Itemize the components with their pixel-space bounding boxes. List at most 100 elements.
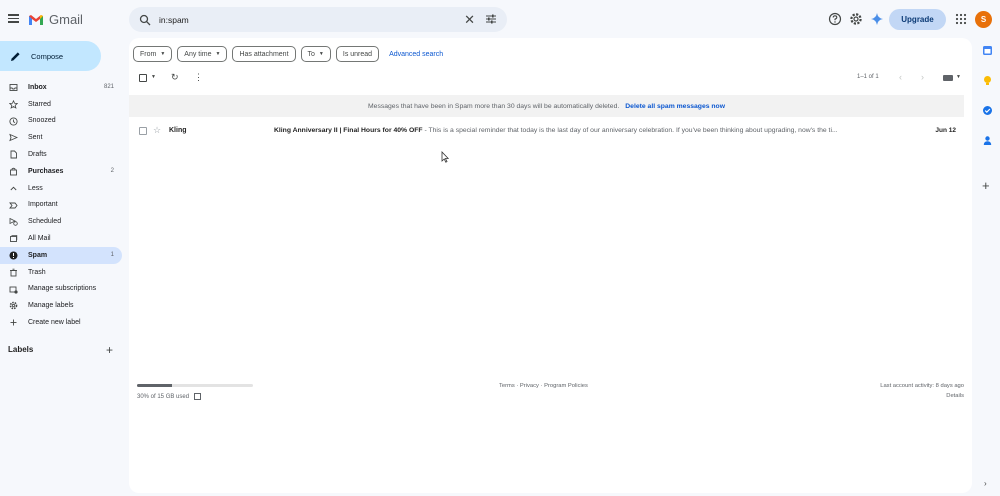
sidebar-item-manage-subscriptions[interactable]: Manage subscriptions xyxy=(0,281,122,298)
sidebar-item-drafts[interactable]: Drafts xyxy=(0,146,122,163)
sidebar-item-label: Scheduled xyxy=(28,218,62,226)
menu-icon[interactable] xyxy=(8,12,20,24)
account-avatar[interactable]: S xyxy=(975,11,992,28)
subscriptions-icon xyxy=(9,286,18,294)
email-subject: Kling Anniversary II | Final Hours for 4… xyxy=(274,126,423,134)
compose-button[interactable]: Compose xyxy=(0,41,101,71)
chevron-left-icon[interactable]: ‹ xyxy=(899,72,902,82)
sidebar-item-count: 1 xyxy=(110,252,114,259)
chip-label: Is unread xyxy=(342,50,373,58)
sidebar-item-scheduled[interactable]: Scheduled xyxy=(0,213,122,230)
chip-is-unread[interactable]: Is unread xyxy=(335,46,380,62)
settings-icon[interactable] xyxy=(849,12,863,26)
details-link[interactable]: Details xyxy=(946,393,964,399)
sidebar-item-label: Snoozed xyxy=(28,117,56,125)
search-input[interactable] xyxy=(159,14,449,25)
chip-any-time[interactable]: Any time ▼ xyxy=(177,46,228,62)
gmail-m-icon xyxy=(29,14,43,25)
open-in-new-icon[interactable] xyxy=(194,393,202,400)
keyboard-icon[interactable] xyxy=(943,75,953,81)
header: Gmail ✕ Upgrade xyxy=(0,0,1000,40)
show-side-panel-chevron-right-icon[interactable]: › xyxy=(984,479,987,488)
app-name: Gmail xyxy=(49,12,83,27)
bag-icon xyxy=(10,167,17,176)
sidebar-item-label: Less xyxy=(28,184,43,192)
footer-links-text[interactable]: Terms · Privacy · Program Policies xyxy=(499,383,588,389)
apps-icon[interactable] xyxy=(954,12,968,26)
chip-has-attachment[interactable]: Has attachment xyxy=(232,46,296,62)
mouse-pointer-icon xyxy=(441,151,449,163)
sidebar-item-trash[interactable]: Trash xyxy=(0,264,122,281)
chip-label: Any time xyxy=(184,50,212,58)
footer-links[interactable]: Terms · Privacy · Program Policies xyxy=(499,383,588,389)
search-options-icon[interactable] xyxy=(485,13,497,25)
sidebar-item-starred[interactable]: Starred xyxy=(0,96,122,113)
compose-label: Compose xyxy=(31,51,64,61)
sidebar-item-spam[interactable]: Spam 1 xyxy=(0,246,122,264)
sidebar-item-label: Spam xyxy=(28,251,48,259)
sidebar-item-label: Inbox xyxy=(28,83,47,91)
trash-icon xyxy=(10,268,17,277)
more-vert-icon[interactable]: ⋮ xyxy=(194,72,203,83)
list-toolbar: ▼ ↻ ⋮ 1–1 of 1 ‹ › ▼ xyxy=(137,72,963,86)
refresh-icon[interactable]: ↻ xyxy=(171,72,179,83)
sidebar-item-purchases[interactable]: Purchases 2 xyxy=(0,163,122,180)
sidebar-item-snoozed[interactable]: Snoozed xyxy=(0,113,122,130)
chevron-down-icon: ▼ xyxy=(215,51,221,57)
calendar-icon[interactable] xyxy=(982,45,993,56)
sidebar-item-label: Manage labels xyxy=(28,302,74,310)
add-label-icon[interactable]: + xyxy=(106,343,113,357)
help-icon[interactable] xyxy=(828,12,842,26)
chevron-down-icon[interactable]: ▼ xyxy=(956,74,961,80)
get-addons-plus-icon[interactable]: + xyxy=(982,178,990,193)
gemini-icon[interactable] xyxy=(870,12,884,26)
last-activity: Last account activity: 8 days ago xyxy=(880,383,964,389)
sidebar-item-label: Important xyxy=(28,201,58,209)
chevron-right-icon[interactable]: › xyxy=(921,72,924,82)
advanced-search-link[interactable]: Advanced search xyxy=(389,51,443,58)
sidebar-item-all-mail[interactable]: All Mail xyxy=(0,230,122,247)
email-checkbox[interactable] xyxy=(139,127,147,135)
sidebar-item-label: Trash xyxy=(28,268,46,276)
select-menu-chevron-down-icon[interactable]: ▼ xyxy=(151,74,156,80)
spam-icon xyxy=(9,251,18,260)
sidebar-item-label: Starred xyxy=(28,100,51,108)
chip-to[interactable]: To ▼ xyxy=(300,46,331,62)
chip-from[interactable]: From ▼ xyxy=(133,46,173,62)
chevron-down-icon: ▼ xyxy=(318,51,324,57)
sidebar-item-important[interactable]: Important xyxy=(0,197,122,214)
chip-label: From xyxy=(140,50,157,58)
storage-info: 30% of 15 GB used xyxy=(137,393,202,400)
clear-search-icon[interactable]: ✕ xyxy=(464,12,475,28)
contacts-icon[interactable] xyxy=(982,135,993,146)
search-bar[interactable]: ✕ xyxy=(129,7,507,32)
email-preview: Kling Anniversary II | Final Hours for 4… xyxy=(274,127,914,134)
sidebar-item-sent[interactable]: Sent xyxy=(0,129,122,146)
sidebar-item-inbox[interactable]: Inbox 821 xyxy=(0,79,122,96)
chevron-up-icon xyxy=(10,186,17,191)
star-icon[interactable]: ☆ xyxy=(153,125,161,136)
storage-bar xyxy=(137,384,253,387)
upgrade-button[interactable]: Upgrade xyxy=(889,9,946,30)
sidebar-item-count: 821 xyxy=(103,84,114,91)
gmail-logo[interactable]: Gmail xyxy=(28,12,83,27)
scheduled-icon xyxy=(9,218,18,227)
gear-icon xyxy=(9,302,18,310)
email-date: Jun 12 xyxy=(935,126,956,134)
plus-icon xyxy=(10,319,17,326)
pencil-icon xyxy=(11,51,20,61)
inbox-icon xyxy=(9,84,18,91)
sidebar-item-create-new-label[interactable]: Create new label xyxy=(0,314,122,331)
sidebar-item-count: 2 xyxy=(110,168,114,175)
keep-icon[interactable] xyxy=(982,75,993,86)
tasks-icon[interactable] xyxy=(982,105,993,116)
pagination-range: 1–1 of 1 xyxy=(857,74,879,80)
chevron-down-icon: ▼ xyxy=(160,51,166,57)
sidebar-item-manage-labels[interactable]: Manage labels xyxy=(0,297,122,314)
select-all-checkbox[interactable] xyxy=(139,74,147,82)
delete-all-spam-link[interactable]: Delete all spam messages now xyxy=(625,103,725,110)
sidebar-item-less[interactable]: Less xyxy=(0,180,122,197)
email-row[interactable]: ☆ Kling Kling Anniversary II | Final Hou… xyxy=(129,122,964,139)
search-icon[interactable] xyxy=(139,14,151,26)
spam-banner-text: Messages that have been in Spam more tha… xyxy=(368,102,620,110)
